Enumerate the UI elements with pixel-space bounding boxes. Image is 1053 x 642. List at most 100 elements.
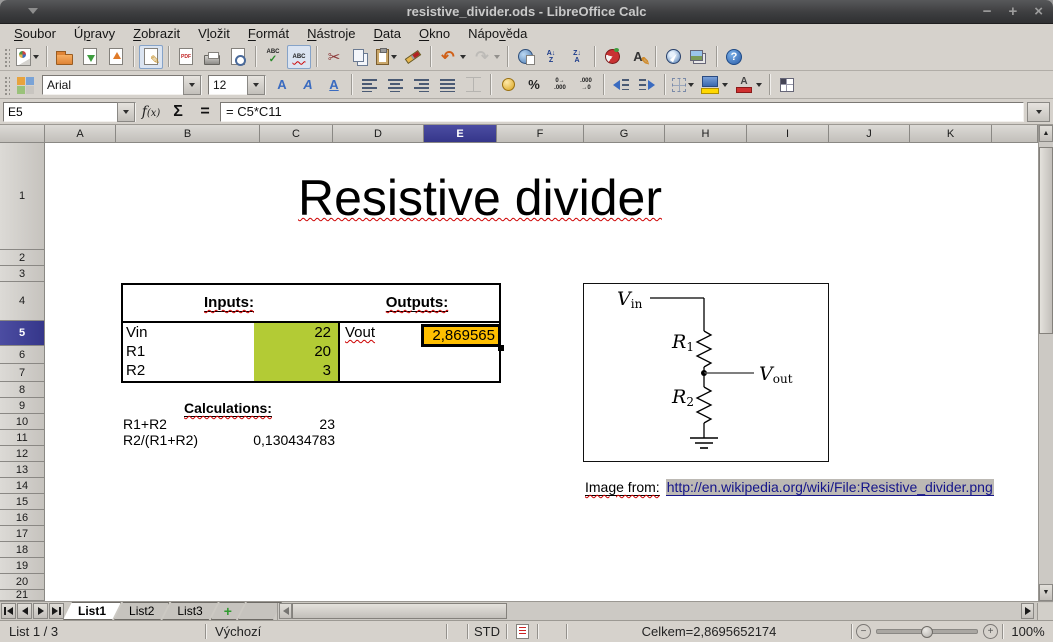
- row-header-12[interactable]: 12: [0, 446, 45, 462]
- hyperlink-button[interactable]: [513, 45, 537, 69]
- insert-chart-button[interactable]: [600, 45, 624, 69]
- column-header-h[interactable]: H: [665, 125, 747, 143]
- active-cell-e5[interactable]: 2,869565: [421, 324, 501, 347]
- font-color-button[interactable]: A: [732, 73, 764, 97]
- align-left-button[interactable]: [357, 73, 381, 97]
- row-header-14[interactable]: 14: [0, 478, 45, 494]
- menu-data[interactable]: Data: [365, 26, 410, 41]
- zoom-in-icon[interactable]: +: [983, 624, 998, 639]
- column-header-c[interactable]: C: [260, 125, 333, 143]
- cell-outputs-header[interactable]: Outputs:: [335, 285, 499, 321]
- fill-handle[interactable]: [498, 345, 504, 351]
- undo-button[interactable]: ↶: [436, 45, 468, 69]
- align-justified-button[interactable]: [435, 73, 459, 97]
- cell-vout-label[interactable]: Vout: [345, 323, 375, 342]
- row-header-11[interactable]: 11: [0, 430, 45, 446]
- column-header-k[interactable]: K: [910, 125, 992, 143]
- column-header-i[interactable]: I: [747, 125, 829, 143]
- dropdown-arrow-icon[interactable]: [460, 55, 466, 59]
- autospellcheck-button[interactable]: ABC: [287, 45, 311, 69]
- font-size-combo[interactable]: 12: [208, 75, 266, 95]
- row-header-10[interactable]: 10: [0, 414, 45, 430]
- bold-button[interactable]: A: [270, 73, 294, 97]
- cell-input-label-r1[interactable]: R1: [126, 342, 145, 361]
- circuit-diagram-image[interactable]: Vin R1 Vout R2: [583, 283, 829, 462]
- row-header-17[interactable]: 17: [0, 526, 45, 542]
- row-header-1[interactable]: 1: [0, 143, 45, 250]
- name-box-dropdown-icon[interactable]: [117, 102, 135, 122]
- copy-button[interactable]: [348, 45, 372, 69]
- menu-upravy[interactable]: Úpravy: [65, 26, 124, 41]
- formula-input[interactable]: = C5*C11: [220, 102, 1024, 122]
- column-header-f[interactable]: F: [497, 125, 584, 143]
- cell-input-label-r2[interactable]: R2: [126, 361, 145, 380]
- menu-napoveda[interactable]: Nápověda: [459, 26, 536, 41]
- column-header-b[interactable]: B: [116, 125, 260, 143]
- dropdown-arrow-icon[interactable]: [722, 83, 728, 87]
- insert-cells-button[interactable]: [775, 73, 799, 97]
- currency-button[interactable]: [496, 73, 520, 97]
- styles-button[interactable]: [14, 73, 38, 97]
- cell-calc-value[interactable]: 0,130434783: [123, 432, 335, 448]
- row-header-18[interactable]: 18: [0, 542, 45, 558]
- menu-soubor[interactable]: Soubor: [5, 26, 65, 41]
- vertical-scrollbar[interactable]: ▲ ▼: [1038, 125, 1053, 601]
- dropdown-arrow-icon[interactable]: [494, 55, 500, 59]
- title-bar[interactable]: resistive_divider.ods - LibreOffice Calc…: [0, 0, 1053, 24]
- row-header-6[interactable]: 6: [0, 346, 45, 364]
- sort-ascending-button[interactable]: A↓ Z: [539, 45, 563, 69]
- menu-vlozit[interactable]: Vložit: [189, 26, 239, 41]
- cell-input-value-r2[interactable]: 3: [254, 361, 334, 380]
- io-table[interactable]: Inputs: Outputs: Vin22R120R23 Vout 2,869…: [121, 283, 501, 383]
- row-header-19[interactable]: 19: [0, 558, 45, 574]
- navigator-button[interactable]: [661, 45, 685, 69]
- scroll-right-icon[interactable]: [1021, 603, 1034, 619]
- italic-button[interactable]: A: [296, 73, 320, 97]
- edit-file-button[interactable]: [139, 45, 163, 69]
- cell-grid[interactable]: Resistive divider Inputs: Outputs: Vin22…: [45, 143, 1038, 601]
- dropdown-arrow-icon[interactable]: [688, 83, 694, 87]
- expand-formula-bar-button[interactable]: [1027, 102, 1050, 122]
- next-sheet-icon[interactable]: [33, 603, 48, 619]
- scroll-down-icon[interactable]: ▼: [1039, 584, 1053, 601]
- menu-zobrazit[interactable]: Zobrazit: [124, 26, 189, 41]
- row-header-13[interactable]: 13: [0, 462, 45, 478]
- export-pdf-button[interactable]: PDF: [174, 45, 198, 69]
- cell-inputs-header[interactable]: Inputs:: [123, 285, 335, 321]
- sheet-tab-list2[interactable]: List2: [114, 602, 169, 620]
- row-header-15[interactable]: 15: [0, 494, 45, 510]
- cell-input-label-vin[interactable]: Vin: [126, 323, 147, 342]
- menu-okno[interactable]: Okno: [410, 26, 459, 41]
- column-header-d[interactable]: D: [333, 125, 424, 143]
- delete-decimal-button[interactable]: .000 →0: [574, 73, 598, 97]
- row-header-20[interactable]: 20: [0, 574, 45, 590]
- scroll-up-icon[interactable]: ▲: [1039, 125, 1053, 142]
- dropdown-arrow-icon[interactable]: [247, 75, 265, 95]
- minimize-button[interactable]: −: [983, 0, 992, 24]
- zoom-slider[interactable]: − +: [852, 621, 1002, 642]
- dropdown-arrow-icon[interactable]: [391, 55, 397, 59]
- row-header-16[interactable]: 16: [0, 510, 45, 526]
- window-menu-icon[interactable]: [28, 8, 38, 14]
- cut-button[interactable]: ✂: [322, 45, 346, 69]
- gallery-button[interactable]: [687, 45, 711, 69]
- cell-input-value-vin[interactable]: 22: [254, 323, 334, 342]
- toolbar-grip[interactable]: [3, 47, 10, 67]
- select-all-corner[interactable]: [0, 125, 45, 143]
- borders-button[interactable]: [670, 73, 696, 97]
- maximize-button[interactable]: +: [1008, 0, 1017, 24]
- column-header-j[interactable]: J: [829, 125, 910, 143]
- dropdown-arrow-icon[interactable]: [33, 55, 39, 59]
- dropdown-arrow-icon[interactable]: [756, 83, 762, 87]
- help-button[interactable]: ?: [722, 45, 746, 69]
- scroll-left-icon[interactable]: [279, 603, 292, 619]
- row-header-21[interactable]: 21: [0, 590, 45, 601]
- add-decimal-button[interactable]: 0→ .000: [548, 73, 572, 97]
- zoom-thumb[interactable]: [921, 626, 933, 638]
- menu-nastroje[interactable]: Nástroje: [298, 26, 364, 41]
- function-button[interactable]: =: [193, 101, 217, 122]
- vertical-scroll-thumb[interactable]: [1039, 147, 1053, 334]
- close-button[interactable]: ×: [1034, 0, 1043, 24]
- percent-button[interactable]: %: [522, 73, 546, 97]
- selection-mode-status[interactable]: STD: [468, 621, 506, 642]
